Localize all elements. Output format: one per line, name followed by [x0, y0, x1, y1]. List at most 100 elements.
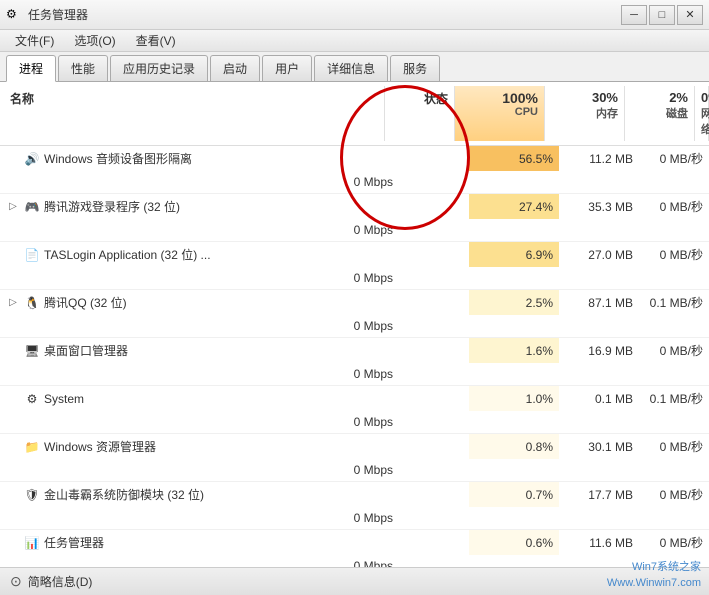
- net-label: 网络: [701, 105, 702, 137]
- status-icon: ⊙: [10, 573, 22, 590]
- process-name: ▷ 🐧 腾讯QQ (32 位): [0, 290, 399, 315]
- process-icon: ⚙: [24, 391, 40, 407]
- process-network: 0 Mbps: [0, 171, 399, 193]
- cpu-percent: 100%: [461, 90, 538, 106]
- tab-processes[interactable]: 进程: [6, 55, 56, 82]
- table-row[interactable]: 🛡 金山毒霸系统防御模块 (32 位) 0.7% 17.7 MB 0 MB/秒 …: [0, 482, 709, 530]
- disk-label: 磁盘: [631, 105, 688, 121]
- tab-bar: 进程 性能 应用历史记录 启动 用户 详细信息 服务: [0, 52, 709, 82]
- process-cpu: 0.7%: [469, 482, 559, 507]
- maximize-button[interactable]: □: [649, 5, 675, 25]
- process-status: [399, 482, 469, 507]
- table-row[interactable]: 📄 TASLogin Application (32 位) ... 6.9% 2…: [0, 242, 709, 290]
- status-label[interactable]: 简略信息(D): [28, 573, 93, 590]
- process-name: 🔊 Windows 音频设备图形隔离: [0, 146, 399, 171]
- col-cpu[interactable]: 100% CPU: [455, 86, 545, 141]
- process-name-text: System: [44, 392, 84, 406]
- process-memory: 17.7 MB: [559, 482, 639, 507]
- process-name-text: 腾讯QQ (32 位): [44, 294, 127, 311]
- process-cpu: 6.9%: [469, 242, 559, 267]
- process-cpu: 0.6%: [469, 530, 559, 555]
- window-title: 任务管理器: [28, 6, 88, 23]
- col-status[interactable]: 状态: [385, 86, 455, 141]
- process-disk: 0.1 MB/秒: [639, 386, 709, 411]
- mem-percent: 30%: [551, 90, 618, 105]
- window-controls: ─ □ ✕: [621, 5, 703, 25]
- expand-arrow[interactable]: ▷: [8, 297, 18, 308]
- process-memory: 27.0 MB: [559, 242, 639, 267]
- table-row[interactable]: ⚙ System 1.0% 0.1 MB 0.1 MB/秒 0 Mbps: [0, 386, 709, 434]
- process-memory: 35.3 MB: [559, 194, 639, 219]
- process-disk: 0 MB/秒: [639, 146, 709, 171]
- process-name-text: 任务管理器: [44, 534, 104, 551]
- menu-view[interactable]: 查看(V): [127, 29, 185, 52]
- process-cpu: 56.5%: [469, 146, 559, 171]
- process-status: [399, 194, 469, 219]
- process-cpu: 1.6%: [469, 338, 559, 363]
- minimize-button[interactable]: ─: [621, 5, 647, 25]
- col-network[interactable]: 0% 网络: [695, 86, 709, 141]
- process-memory: 16.9 MB: [559, 338, 639, 363]
- col-disk[interactable]: 2% 磁盘: [625, 86, 695, 141]
- process-icon: 📊: [24, 535, 40, 551]
- process-table[interactable]: 🔊 Windows 音频设备图形隔离 56.5% 11.2 MB 0 MB/秒 …: [0, 146, 709, 567]
- process-network: 0 Mbps: [0, 315, 399, 337]
- process-name: ⚙ System: [0, 386, 399, 411]
- menu-options[interactable]: 选项(O): [65, 29, 124, 52]
- process-status: [399, 338, 469, 363]
- process-memory: 87.1 MB: [559, 290, 639, 315]
- process-disk: 0 MB/秒: [639, 530, 709, 555]
- process-name: 🛡 金山毒霸系统防御模块 (32 位): [0, 482, 399, 507]
- tab-performance[interactable]: 性能: [58, 55, 108, 81]
- process-memory: 0.1 MB: [559, 386, 639, 411]
- table-row[interactable]: 📁 Windows 资源管理器 0.8% 30.1 MB 0 MB/秒 0 Mb…: [0, 434, 709, 482]
- process-icon: 🔊: [24, 151, 40, 167]
- process-name: 📄 TASLogin Application (32 位) ...: [0, 242, 399, 267]
- process-network: 0 Mbps: [0, 507, 399, 529]
- expand-arrow[interactable]: ▷: [8, 201, 18, 212]
- process-icon: 📄: [24, 247, 40, 263]
- process-status: [399, 434, 469, 459]
- process-cpu: 0.8%: [469, 434, 559, 459]
- process-name: 📊 任务管理器: [0, 530, 399, 555]
- tab-app-history[interactable]: 应用历史记录: [110, 55, 208, 81]
- tab-startup[interactable]: 启动: [210, 55, 260, 81]
- process-name-text: 桌面窗口管理器: [44, 342, 128, 359]
- process-disk: 0 MB/秒: [639, 434, 709, 459]
- process-disk: 0 MB/秒: [639, 242, 709, 267]
- process-icon: 📁: [24, 439, 40, 455]
- process-network: 0 Mbps: [0, 459, 399, 481]
- table-row[interactable]: 🔊 Windows 音频设备图形隔离 56.5% 11.2 MB 0 MB/秒 …: [0, 146, 709, 194]
- menu-file[interactable]: 文件(F): [6, 29, 63, 52]
- tab-services[interactable]: 服务: [390, 55, 440, 81]
- process-disk: 0 MB/秒: [639, 482, 709, 507]
- table-row[interactable]: 🖥 桌面窗口管理器 1.6% 16.9 MB 0 MB/秒 0 Mbps: [0, 338, 709, 386]
- process-network: 0 Mbps: [0, 267, 399, 289]
- table-row[interactable]: ▷ 🎮 腾讯游戏登录程序 (32 位) 27.4% 35.3 MB 0 MB/秒…: [0, 194, 709, 242]
- tab-users[interactable]: 用户: [262, 55, 312, 81]
- watermark: Win7系统之家 Www.Winwin7.com: [607, 560, 701, 591]
- process-memory: 11.2 MB: [559, 146, 639, 171]
- disk-percent: 2%: [631, 90, 688, 105]
- status-bar: ⊙ 简略信息(D): [0, 567, 709, 595]
- process-name-text: 金山毒霸系统防御模块 (32 位): [44, 486, 204, 503]
- table-row[interactable]: 📊 任务管理器 0.6% 11.6 MB 0 MB/秒 0 Mbps: [0, 530, 709, 567]
- menu-bar: 文件(F) 选项(O) 查看(V): [0, 30, 709, 52]
- process-disk: 0 MB/秒: [639, 338, 709, 363]
- cpu-label: CPU: [461, 106, 538, 118]
- title-bar-left: ⚙ 任务管理器: [6, 6, 88, 23]
- mem-label: 内存: [551, 105, 618, 121]
- title-bar: ⚙ 任务管理器 ─ □ ✕: [0, 0, 709, 30]
- tab-details[interactable]: 详细信息: [314, 55, 388, 81]
- process-icon: 🐧: [24, 295, 40, 311]
- table-header: 名称 状态 100% CPU 30% 内存 2% 磁盘 0% 网络: [0, 82, 709, 146]
- process-status: [399, 242, 469, 267]
- watermark-line2: Www.Winwin7.com: [607, 576, 701, 591]
- table-row[interactable]: ▷ 🐧 腾讯QQ (32 位) 2.5% 87.1 MB 0.1 MB/秒 0 …: [0, 290, 709, 338]
- process-name: 🖥 桌面窗口管理器: [0, 338, 399, 363]
- process-icon: 🎮: [24, 199, 40, 215]
- col-name[interactable]: 名称: [0, 86, 385, 141]
- process-memory: 11.6 MB: [559, 530, 639, 555]
- col-memory[interactable]: 30% 内存: [545, 86, 625, 141]
- close-button[interactable]: ✕: [677, 5, 703, 25]
